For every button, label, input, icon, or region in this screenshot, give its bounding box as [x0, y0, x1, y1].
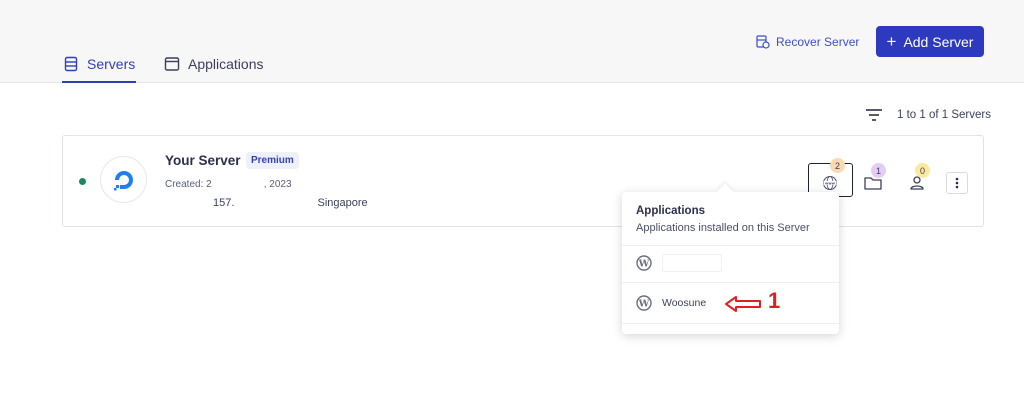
- tab-applications[interactable]: Applications: [164, 56, 264, 72]
- server-restore-icon: [756, 35, 770, 49]
- tab-servers-label: Servers: [87, 56, 136, 72]
- add-server-button[interactable]: + Add Server: [876, 26, 984, 57]
- www-globe-icon: www: [823, 176, 837, 190]
- created-prefix: Created: 2: [165, 179, 212, 190]
- svg-text:W: W: [638, 258, 650, 269]
- kebab-menu-icon: [955, 177, 959, 189]
- application-name: [662, 254, 722, 272]
- divider: [622, 282, 839, 283]
- status-dot: [79, 178, 86, 185]
- add-server-label: Add Server: [903, 33, 974, 50]
- wordpress-icon: W: [636, 255, 652, 271]
- filter-icon[interactable]: [865, 107, 883, 123]
- folders-button[interactable]: 1: [863, 163, 886, 192]
- users-count-badge: 0: [915, 163, 930, 178]
- folders-count-badge: 1: [871, 163, 886, 178]
- divider: [622, 323, 839, 324]
- server-count: 1 to 1 of 1 Servers: [897, 109, 991, 121]
- more-options-button[interactable]: [946, 172, 968, 194]
- recover-server-link[interactable]: Recover Server: [756, 35, 859, 49]
- plus-icon: +: [886, 32, 897, 51]
- redacted-text: [212, 177, 264, 187]
- svg-text:www: www: [825, 181, 836, 185]
- tab-servers[interactable]: Servers: [61, 56, 137, 83]
- divider: [622, 245, 839, 246]
- created-date: Created: 2 , 2023: [165, 177, 292, 190]
- svg-text:W: W: [638, 298, 650, 309]
- tab-applications-label: Applications: [188, 56, 264, 72]
- created-suffix: , 2023: [263, 179, 292, 190]
- provider-logo: [100, 156, 147, 203]
- redacted-ip: [234, 196, 314, 206]
- popover-title: Applications: [636, 205, 706, 217]
- window-icon: [164, 57, 180, 71]
- application-name: Woosune: [662, 297, 707, 309]
- annotation-arrow-icon: [725, 296, 761, 312]
- server-address: 157. Singapore: [213, 196, 368, 209]
- application-item[interactable]: W Woosune: [636, 295, 706, 311]
- server-stack-icon: [64, 56, 78, 72]
- server-name[interactable]: Your Server: [165, 153, 241, 168]
- ip-prefix: 157.: [213, 197, 235, 209]
- apps-count-badge: 2: [830, 158, 845, 173]
- server-card[interactable]: Your Server Premium Created: 2 , 2023 157…: [62, 135, 984, 227]
- application-item[interactable]: W: [636, 254, 722, 272]
- annotation-number: 1: [768, 288, 781, 313]
- plan-badge: Premium: [246, 152, 299, 169]
- digitalocean-logo-icon: [113, 170, 133, 190]
- server-location: Singapore: [317, 197, 368, 209]
- wordpress-icon: W: [636, 295, 652, 311]
- top-bar: Servers Applications Recover Server + Ad…: [0, 0, 1024, 83]
- users-button[interactable]: 0: [907, 163, 930, 192]
- recover-server-label: Recover Server: [776, 35, 860, 49]
- popover-subtitle: Applications installed on this Server: [636, 222, 810, 234]
